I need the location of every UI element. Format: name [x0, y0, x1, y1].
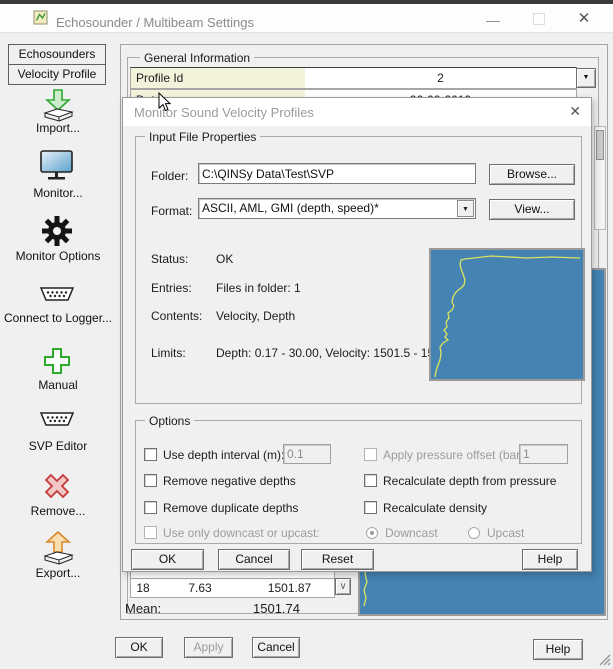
- status-value: OK: [216, 252, 234, 266]
- status-label: Status:: [151, 252, 189, 266]
- folder-input[interactable]: [198, 163, 476, 184]
- contents-label: Contents:: [151, 309, 203, 323]
- format-combobox[interactable]: ASCII, AML, GMI (depth, speed)* ▼: [198, 198, 476, 219]
- folder-label: Folder:: [151, 169, 189, 183]
- export-icon: [43, 530, 74, 565]
- main-help-button[interactable]: Help: [533, 639, 583, 660]
- scrollbar-thumb[interactable]: [596, 130, 604, 160]
- main-cancel-button[interactable]: Cancel: [252, 637, 300, 658]
- maximize-button[interactable]: [533, 13, 545, 25]
- use-only-cast-checkbox: [144, 526, 157, 539]
- remove-negative-depths-checkbox[interactable]: [144, 474, 157, 487]
- minimize-button[interactable]: —: [478, 11, 508, 29]
- close-button[interactable]: ✕: [570, 10, 598, 28]
- tool-label: Import...: [35, 121, 80, 135]
- main-apply-button: Apply: [184, 637, 233, 658]
- tool-label: Monitor Options: [15, 249, 101, 263]
- tab-label: Echosounders: [18, 47, 96, 61]
- dialog-titlebar: Monitor Sound Velocity Profiles ✕: [123, 98, 591, 126]
- property-value-cell[interactable]: 2: [305, 67, 577, 89]
- tool-label: Manual: [38, 378, 78, 392]
- monitor-svp-dialog: Monitor Sound Velocity Profiles ✕ Input …: [122, 97, 592, 572]
- sidebar-tab-echosounders[interactable]: Echosounders: [8, 44, 106, 65]
- monitor-icon: [40, 150, 73, 180]
- downcast-label: Downcast: [385, 526, 438, 540]
- remove-x-icon: [44, 473, 70, 499]
- group-label: General Information: [140, 51, 255, 65]
- profile-id-dropdown-button[interactable]: ▼: [576, 68, 596, 88]
- dialog-help-button[interactable]: Help: [522, 549, 578, 570]
- gear-icon: [42, 216, 72, 246]
- browse-button[interactable]: Browse...: [489, 164, 575, 185]
- group-label: Input File Properties: [145, 130, 261, 144]
- serial-connector-icon: [39, 287, 75, 301]
- property-label-cell: Profile Id: [130, 67, 306, 89]
- dialog-close-icon[interactable]: ✕: [569, 103, 581, 120]
- tool-label: Connect to Logger...: [3, 311, 113, 325]
- entries-value: Files in folder: 1: [216, 281, 301, 295]
- group-label: Options: [145, 414, 195, 428]
- recalculate-depth-label: Recalculate depth from pressure: [383, 474, 557, 488]
- pressure-offset-input: [519, 444, 568, 464]
- combo-dropdown-icon[interactable]: ▼: [457, 200, 474, 217]
- upcast-label: Upcast: [487, 526, 525, 540]
- format-selected-value: ASCII, AML, GMI (depth, speed)*: [202, 201, 379, 215]
- tool-label: SVP Editor: [28, 439, 88, 453]
- tool-label: Remove...: [30, 504, 86, 518]
- app-window: Echosounder / Multibeam Settings — ✕ Ech…: [0, 0, 613, 669]
- use-depth-interval-checkbox[interactable]: [144, 448, 157, 461]
- mean-value: 1501.74: [253, 601, 300, 616]
- depth-interval-input: [283, 444, 331, 464]
- velocity-profile-preview-dialog: [429, 248, 585, 381]
- remove-negative-depths-label: Remove negative depths: [163, 474, 296, 488]
- remove-duplicate-depths-label: Remove duplicate depths: [163, 501, 299, 515]
- format-label: Format:: [151, 204, 193, 218]
- mean-label: Mean:: [125, 601, 162, 616]
- table-scrollbar[interactable]: [594, 126, 606, 230]
- table-cell-velocity: 1501.87: [245, 578, 335, 598]
- remove-duplicate-depths-checkbox[interactable]: [144, 501, 157, 514]
- plus-icon: [44, 348, 70, 374]
- sidebar-tab-velocity-profile[interactable]: Velocity Profile: [8, 64, 106, 85]
- recalculate-depth-checkbox[interactable]: [364, 474, 377, 487]
- apply-pressure-offset-label: Apply pressure offset (bar):: [383, 448, 528, 462]
- window-title: Echosounder / Multibeam Settings: [56, 15, 254, 30]
- mouse-cursor: [158, 92, 172, 112]
- main-ok-button[interactable]: OK: [115, 637, 163, 658]
- tool-label: Export...: [35, 566, 81, 580]
- upcast-radio: [468, 527, 480, 539]
- serial-connector-icon: [39, 412, 75, 426]
- profile-line: [434, 255, 581, 378]
- app-icon: [33, 10, 48, 25]
- import-icon: [43, 89, 74, 122]
- dialog-ok-button[interactable]: OK: [131, 549, 204, 570]
- use-only-cast-label: Use only downcast or upcast:: [163, 526, 320, 540]
- table-cell-depth: 7.63: [155, 578, 246, 598]
- use-depth-interval-label: Use depth interval (m):: [163, 448, 285, 462]
- apply-pressure-offset-checkbox: [364, 448, 377, 461]
- tool-label: Monitor...: [33, 186, 83, 200]
- window-titlebar: Echosounder / Multibeam Settings — ✕: [0, 4, 613, 33]
- dialog-reset-button[interactable]: Reset: [301, 549, 374, 570]
- tab-label: Velocity Profile: [17, 67, 97, 81]
- limits-value: Depth: 0.17 - 30.00, Velocity: 1501.5 - …: [216, 346, 458, 360]
- resize-grip[interactable]: [598, 653, 612, 667]
- scroll-down-button[interactable]: ∨: [335, 578, 351, 595]
- downcast-radio: [366, 527, 378, 539]
- dialog-cancel-button[interactable]: Cancel: [218, 549, 290, 570]
- recalculate-density-checkbox[interactable]: [364, 501, 377, 514]
- contents-value: Velocity, Depth: [216, 309, 296, 323]
- limits-label: Limits:: [151, 346, 186, 360]
- recalculate-density-label: Recalculate density: [383, 501, 488, 515]
- view-button[interactable]: View...: [489, 199, 575, 220]
- entries-label: Entries:: [151, 281, 192, 295]
- table-cell-row-no: 18: [130, 578, 156, 598]
